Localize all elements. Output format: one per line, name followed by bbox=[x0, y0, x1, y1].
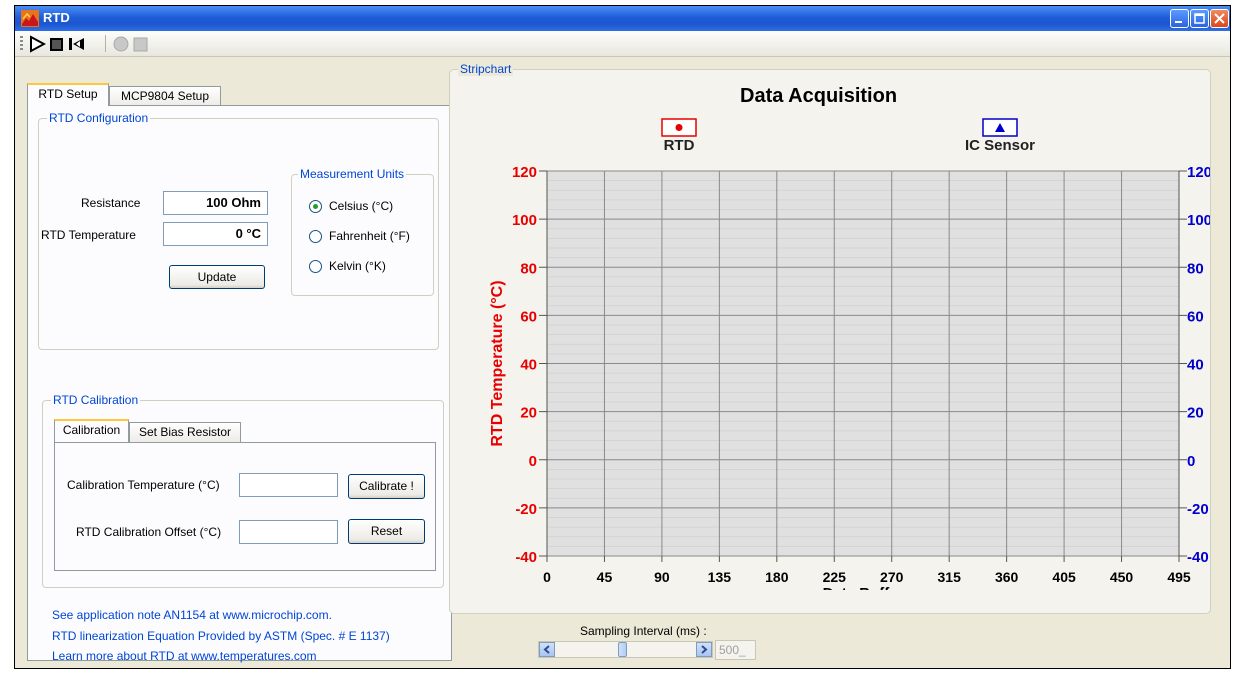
y-axis-label: RTD Temperature (°C) bbox=[489, 280, 506, 446]
kelvin-radio[interactable] bbox=[309, 260, 322, 273]
calibration-temperature-field[interactable] bbox=[239, 473, 338, 497]
x-tick-label: 270 bbox=[880, 569, 904, 585]
sampling-interval-label: Sampling Interval (ms) : bbox=[580, 624, 707, 638]
y-tick-label: 60 bbox=[520, 308, 537, 325]
y2-tick-label: 120 bbox=[1187, 164, 1210, 181]
pause-icon[interactable] bbox=[132, 35, 150, 53]
minimize-icon bbox=[1175, 21, 1182, 23]
window-title: RTD bbox=[43, 10, 70, 25]
toolbar bbox=[15, 31, 1230, 57]
y-tick-label: -40 bbox=[515, 549, 537, 566]
legend-marker-circle bbox=[675, 124, 683, 131]
measurement-units-group: Measurement Units Celsius (°C) Fahrenhei… bbox=[291, 167, 434, 296]
rtd-calibration-title: RTD Calibration bbox=[51, 393, 141, 407]
legend-label-ic-sensor: IC Sensor bbox=[965, 137, 1035, 154]
celsius-radio[interactable] bbox=[309, 200, 322, 213]
y-tick-label: 80 bbox=[520, 260, 537, 277]
y2-tick-label: 100 bbox=[1187, 212, 1210, 229]
link-temperatures[interactable]: Learn more about RTD at www.temperatures… bbox=[52, 649, 317, 663]
y2-tick-label: 80 bbox=[1187, 260, 1204, 277]
rtd-configuration-group: RTD Configuration Resistance 100 Ohm RTD… bbox=[38, 111, 439, 350]
app-window: RTD RTD Setup MCP9804 Setup RTD Configur… bbox=[14, 5, 1231, 669]
chevron-left-icon bbox=[543, 645, 550, 654]
tab-rtd-setup[interactable]: RTD Setup bbox=[27, 83, 109, 106]
legend-label-rtd: RTD bbox=[664, 137, 695, 154]
stripchart-group: Stripchart Data Acquisition 120 100 80 60 40… bbox=[449, 62, 1211, 614]
y2-tick-label: 40 bbox=[1187, 357, 1204, 374]
measurement-units-title: Measurement Units bbox=[298, 167, 407, 181]
record-icon[interactable] bbox=[112, 35, 130, 53]
y-tick-label: 100 bbox=[512, 212, 537, 229]
toolbar-grip[interactable] bbox=[20, 36, 23, 51]
fahrenheit-radio[interactable] bbox=[309, 230, 322, 243]
rtd-calibration-group: RTD Calibration Calibration Set Bias Res… bbox=[42, 393, 444, 588]
rtd-calibration-offset-field[interactable] bbox=[239, 520, 338, 544]
rtd-setup-panel: RTD Configuration Resistance 100 Ohm RTD… bbox=[27, 105, 452, 663]
tab-set-bias-resistor[interactable]: Set Bias Resistor bbox=[129, 422, 241, 443]
update-button[interactable]: Update bbox=[169, 265, 265, 289]
x-axis-label: Data Buffer bbox=[823, 585, 904, 590]
rtd-calibration-offset-label: RTD Calibration Offset (°C) bbox=[76, 525, 222, 539]
y2-tick-label: 0 bbox=[1187, 453, 1195, 470]
x-tick-label: 450 bbox=[1110, 569, 1134, 585]
data-acquisition-chart: 120 100 80 60 40 20 0 -20 -40 120 100 80 60 40 20 0 -20 -… bbox=[489, 118, 1210, 590]
sampling-interval-field[interactable]: 500_ bbox=[715, 640, 756, 660]
x-tick-label: 360 bbox=[995, 569, 1019, 585]
calibration-temperature-label: Calibration Temperature (°C) bbox=[67, 478, 220, 492]
y2-tick-label: 20 bbox=[1187, 405, 1204, 422]
rtd-temperature-label: RTD Temperature bbox=[41, 228, 136, 242]
chevron-right-icon bbox=[701, 645, 708, 654]
calibrate-button[interactable]: Calibrate ! bbox=[348, 474, 425, 499]
reset-button[interactable]: Reset bbox=[348, 519, 425, 544]
x-tick-label: 225 bbox=[823, 569, 847, 585]
app-icon bbox=[21, 10, 39, 27]
sampling-interval-scrollbar[interactable] bbox=[538, 641, 713, 658]
client-area: RTD Setup MCP9804 Setup RTD Configuratio… bbox=[15, 31, 1230, 668]
celsius-label[interactable]: Celsius (°C) bbox=[329, 199, 393, 213]
y-tick-label: 20 bbox=[520, 405, 537, 422]
title-bar[interactable]: RTD bbox=[15, 6, 1230, 31]
y-tick-label: 120 bbox=[512, 164, 537, 181]
x-tick-label: 90 bbox=[654, 569, 670, 585]
tab-mcp9804-setup[interactable]: MCP9804 Setup bbox=[109, 86, 221, 107]
stop-icon[interactable] bbox=[48, 35, 66, 53]
x-tick-label: 45 bbox=[597, 569, 613, 585]
y-tick-label: -20 bbox=[515, 501, 537, 518]
close-button[interactable] bbox=[1210, 9, 1229, 28]
x-tick-label: 180 bbox=[765, 569, 789, 585]
close-icon bbox=[1214, 13, 1225, 24]
link-application-note[interactable]: See application note AN1154 at www.micro… bbox=[52, 608, 332, 622]
y2-tick-label: -40 bbox=[1187, 549, 1209, 566]
y-tick-label: 40 bbox=[520, 357, 537, 374]
resistance-field[interactable]: 100 Ohm bbox=[163, 191, 268, 215]
y2-tick-label: 60 bbox=[1187, 308, 1204, 325]
y2-tick-label: -20 bbox=[1187, 501, 1209, 518]
x-tick-label: 315 bbox=[938, 569, 962, 585]
tab-calibration[interactable]: Calibration bbox=[54, 419, 129, 442]
rewind-icon[interactable] bbox=[68, 35, 86, 53]
sampling-interval-thumb[interactable] bbox=[617, 642, 627, 657]
minimize-button[interactable] bbox=[1170, 9, 1189, 28]
maximize-button[interactable] bbox=[1190, 9, 1209, 28]
link-astm-equation[interactable]: RTD linearization Equation Provided by A… bbox=[52, 629, 390, 643]
y-tick-label: 0 bbox=[529, 453, 537, 470]
x-tick-label: 495 bbox=[1167, 569, 1191, 585]
toolbar-separator bbox=[105, 35, 106, 52]
calibration-tab-panel: Calibration Temperature (°C) Calibrate !… bbox=[54, 442, 436, 571]
x-tick-label: 135 bbox=[708, 569, 732, 585]
maximize-icon bbox=[1194, 13, 1205, 24]
scroll-right-button[interactable] bbox=[696, 642, 712, 657]
kelvin-label[interactable]: Kelvin (°K) bbox=[329, 259, 386, 273]
scroll-left-button[interactable] bbox=[539, 642, 555, 657]
rtd-temperature-field[interactable]: 0 °C bbox=[163, 222, 268, 246]
play-icon[interactable] bbox=[28, 35, 46, 53]
rtd-configuration-title: RTD Configuration bbox=[47, 111, 151, 125]
x-tick-label: 0 bbox=[543, 569, 551, 585]
fahrenheit-label[interactable]: Fahrenheit (°F) bbox=[329, 229, 410, 243]
x-tick-label: 405 bbox=[1052, 569, 1076, 585]
resistance-label: Resistance bbox=[81, 196, 141, 210]
